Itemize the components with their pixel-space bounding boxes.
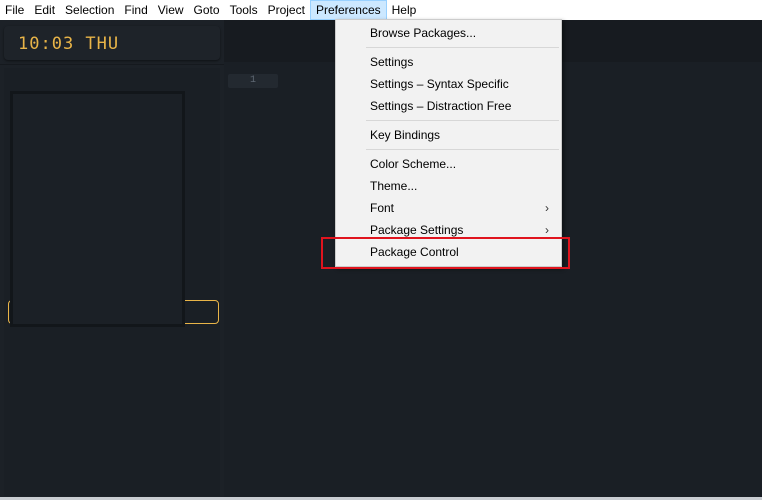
menu-item-color-scheme[interactable]: Color Scheme... xyxy=(336,153,561,175)
menu-item-key-bindings[interactable]: Key Bindings xyxy=(336,124,561,146)
menu-item-settings-syntax-specific[interactable]: Settings – Syntax Specific xyxy=(336,73,561,95)
menu-file[interactable]: File xyxy=(0,0,29,20)
menu-bar: File Edit Selection Find View Goto Tools… xyxy=(0,0,762,20)
line-number: 1 xyxy=(250,75,257,86)
menu-goto[interactable]: Goto xyxy=(189,0,225,20)
clock-display: 10:03 THU xyxy=(18,34,120,54)
preferences-dropdown: Browse Packages... Settings Settings – S… xyxy=(335,19,562,267)
menu-separator xyxy=(366,47,559,48)
menu-preferences[interactable]: Preferences xyxy=(309,0,387,20)
annotation-highlight-box xyxy=(321,237,570,269)
chevron-right-icon: › xyxy=(545,201,549,215)
menu-tools[interactable]: Tools xyxy=(225,0,263,20)
clock-panel: 10:03 THU xyxy=(4,26,220,60)
menu-edit[interactable]: Edit xyxy=(29,0,60,20)
menu-item-theme[interactable]: Theme... xyxy=(336,175,561,197)
sidebar-divider xyxy=(0,64,224,65)
menu-help[interactable]: Help xyxy=(387,0,422,20)
menu-item-settings[interactable]: Settings xyxy=(336,51,561,73)
menu-item-settings-distraction-free[interactable]: Settings – Distraction Free xyxy=(336,95,561,117)
menu-project[interactable]: Project xyxy=(263,0,310,20)
menu-find[interactable]: Find xyxy=(119,0,152,20)
menu-item-font[interactable]: Font › xyxy=(336,197,561,219)
menu-item-browse-packages[interactable]: Browse Packages... xyxy=(336,22,561,44)
menu-view[interactable]: View xyxy=(153,0,189,20)
menu-selection[interactable]: Selection xyxy=(60,0,119,20)
sidebar-preview-box xyxy=(10,91,185,327)
menu-separator xyxy=(366,120,559,121)
menu-separator xyxy=(366,149,559,150)
